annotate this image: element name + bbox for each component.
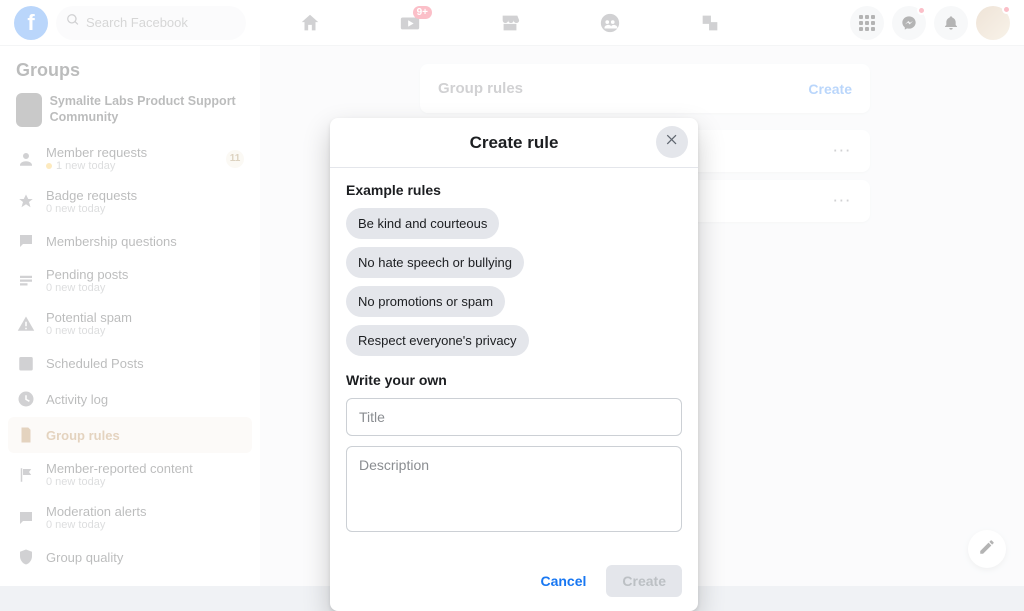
- sidebar-item-label: Potential spam: [46, 310, 132, 325]
- sidebar-item-subtext: 1 new today: [46, 160, 147, 172]
- nav-home[interactable]: [280, 0, 340, 46]
- example-rules-label: Example rules: [346, 182, 682, 198]
- sidebar-item-label: Scheduled Posts: [46, 356, 144, 371]
- sidebar-item-label: Activity log: [46, 392, 108, 407]
- sidebar-item-label: Membership questions: [46, 234, 177, 249]
- nav-groups[interactable]: [580, 0, 640, 46]
- sidebar-item-moderation-alerts[interactable]: Moderation alerts 0 new today: [8, 496, 252, 539]
- group-header[interactable]: Symalite Labs Product Support Community: [8, 89, 252, 137]
- menu-grid-button[interactable]: [850, 6, 884, 40]
- sidebar-item-subtext: 0 new today: [46, 519, 146, 531]
- example-rule-chip[interactable]: No promotions or spam: [346, 286, 505, 317]
- warning-icon: [16, 314, 36, 334]
- sidebar-title: Groups: [8, 56, 252, 89]
- facebook-logo[interactable]: f: [14, 6, 48, 40]
- sidebar-item-pending-posts[interactable]: Pending posts 0 new today: [8, 259, 252, 302]
- flag-icon: [16, 465, 36, 485]
- sidebar-item-label: Group quality: [46, 550, 123, 565]
- search-input[interactable]: [86, 15, 236, 30]
- sidebar-item-group-quality[interactable]: Group quality: [8, 539, 252, 575]
- messenger-notification-dot: [917, 6, 926, 15]
- edit-icon: [978, 538, 996, 561]
- create-rule-link[interactable]: Create: [808, 81, 852, 97]
- sidebar-item-scheduled-posts[interactable]: Scheduled Posts: [8, 345, 252, 381]
- header-right: [850, 6, 1010, 40]
- modal-footer: Cancel Create: [330, 555, 698, 611]
- sidebar-item-subtext: 0 new today: [46, 476, 193, 488]
- sidebar-item-label: Moderation alerts: [46, 504, 146, 519]
- sidebar-item-grow-group[interactable]: Grow group: [8, 575, 252, 586]
- group-rules-heading: Group rules: [438, 80, 523, 97]
- modal-close-button[interactable]: [656, 126, 688, 158]
- notifications-button[interactable]: [934, 6, 968, 40]
- sidebar-item-label: Group rules: [46, 428, 120, 443]
- modal-header: Create rule: [330, 118, 698, 168]
- clock-icon: [16, 389, 36, 409]
- sidebar-item-group-rules[interactable]: Group rules: [8, 417, 252, 453]
- sidebar-item-label: Member requests: [46, 145, 147, 160]
- sidebar-item-subtext: 0 new today: [46, 282, 128, 294]
- cancel-button[interactable]: Cancel: [526, 565, 600, 597]
- sidebar-item-member-requests[interactable]: Member requests 1 new today 11: [8, 137, 252, 180]
- search-icon: [66, 13, 80, 32]
- grid-icon: [859, 15, 875, 31]
- create-rule-modal: Create rule Example rules Be kind and co…: [330, 118, 698, 611]
- nav-marketplace[interactable]: [480, 0, 540, 46]
- profile-avatar[interactable]: [976, 6, 1010, 40]
- sidebar-item-subtext: 0 new today: [46, 203, 137, 215]
- rules-icon: [16, 425, 36, 445]
- nav-watch[interactable]: 9+: [380, 0, 440, 46]
- modal-body: Example rules Be kind and courteous No h…: [330, 168, 698, 555]
- top-header: f 9+: [0, 0, 1024, 46]
- group-name: Symalite Labs Product Support Community: [50, 94, 244, 125]
- rule-description-input[interactable]: [346, 446, 682, 532]
- rule-more-icon[interactable]: ···: [834, 144, 853, 158]
- sidebar-item-label: Badge requests: [46, 188, 137, 203]
- sidebar-item-member-reported[interactable]: Member-reported content 0 new today: [8, 453, 252, 496]
- person-add-icon: [16, 149, 36, 169]
- left-sidebar: Groups Symalite Labs Product Support Com…: [0, 46, 260, 586]
- sidebar-item-label: Pending posts: [46, 267, 128, 282]
- sidebar-item-potential-spam[interactable]: Potential spam 0 new today: [8, 302, 252, 345]
- modal-title: Create rule: [470, 133, 559, 153]
- sidebar-item-activity-log[interactable]: Activity log: [8, 381, 252, 417]
- sidebar-item-badge: 11: [226, 150, 244, 168]
- sidebar-item-badge-requests[interactable]: Badge requests 0 new today: [8, 180, 252, 223]
- watch-badge: 9+: [413, 6, 432, 19]
- profile-notification-dot: [1002, 5, 1011, 14]
- alert-icon: [16, 508, 36, 528]
- search-wrap[interactable]: [56, 6, 246, 40]
- group-rules-card: Group rules Create: [420, 64, 870, 113]
- center-nav: 9+: [280, 0, 740, 46]
- sidebar-item-label: Member-reported content: [46, 461, 193, 476]
- sidebar-item-subtext: 0 new today: [46, 325, 132, 337]
- example-rule-chip[interactable]: No hate speech or bullying: [346, 247, 524, 278]
- write-your-own-label: Write your own: [346, 372, 682, 388]
- calendar-icon: [16, 353, 36, 373]
- rule-title-input[interactable]: [346, 398, 682, 436]
- nav-gaming[interactable]: [680, 0, 740, 46]
- badge-icon: [16, 192, 36, 212]
- compose-fab[interactable]: [968, 530, 1006, 568]
- example-rule-chip[interactable]: Respect everyone's privacy: [346, 325, 529, 356]
- shield-icon: [16, 547, 36, 567]
- close-icon: [665, 132, 680, 152]
- pending-icon: [16, 271, 36, 291]
- question-icon: [16, 231, 36, 251]
- group-thumbnail: [16, 93, 42, 127]
- rule-more-icon[interactable]: ···: [834, 194, 853, 208]
- messenger-button[interactable]: [892, 6, 926, 40]
- example-rule-chip[interactable]: Be kind and courteous: [346, 208, 499, 239]
- create-button[interactable]: Create: [606, 565, 682, 597]
- sidebar-item-membership-questions[interactable]: Membership questions: [8, 223, 252, 259]
- example-rules-chips: Be kind and courteous No hate speech or …: [346, 208, 682, 356]
